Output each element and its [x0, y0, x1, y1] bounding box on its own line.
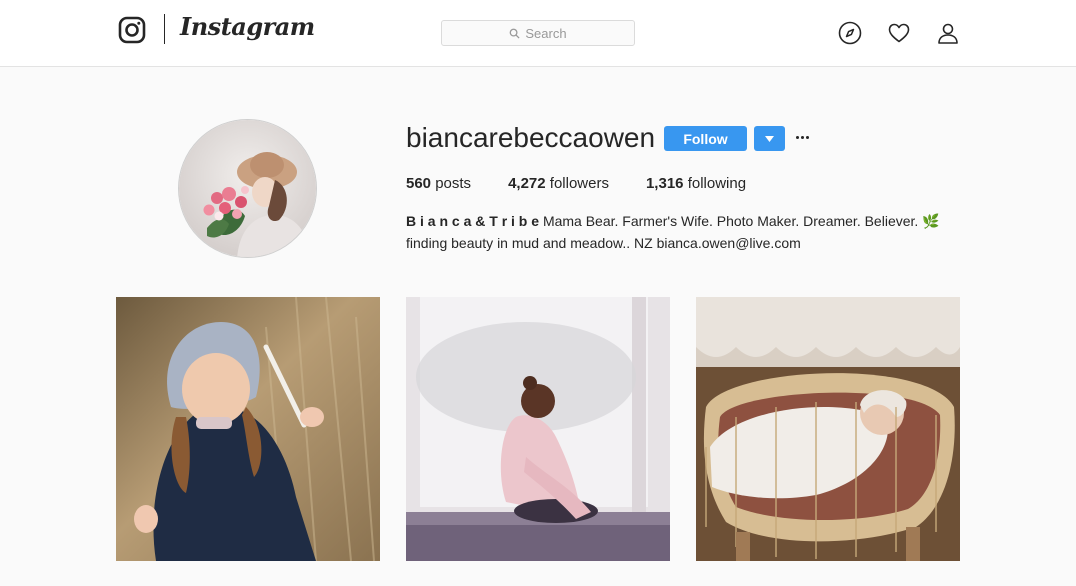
more-options-dot — [795, 135, 799, 139]
profile-stats: 560 posts 4,272 followers 1,316 followin… — [406, 175, 783, 192]
follow-button[interactable]: Follow — [664, 126, 747, 151]
more-options-dot — [805, 135, 809, 139]
more-options-dot — [800, 135, 804, 139]
profile-username: biancarebeccaowen — [406, 122, 656, 153]
bio-display-name: B i a n c a & T r i b e — [406, 213, 540, 229]
posts-label: posts — [435, 175, 472, 192]
profile-avatar[interactable] — [178, 119, 317, 258]
following-stat[interactable]: 1,316 following — [646, 175, 746, 192]
more-options-button[interactable] — [794, 127, 810, 147]
following-count: 1,316 — [645, 175, 684, 192]
search-icon — [510, 28, 520, 39]
instagram-glyph-icon[interactable] — [118, 16, 146, 44]
suggested-accounts-dropdown-button[interactable] — [754, 126, 785, 151]
posts-stat: 560 posts — [406, 175, 471, 192]
profile-person-icon[interactable] — [936, 21, 960, 45]
caret-down-icon — [765, 135, 774, 142]
activity-heart-icon[interactable] — [887, 21, 911, 45]
followers-stat[interactable]: 4,272 followers — [508, 175, 609, 192]
followers-count: 4,272 — [508, 175, 546, 192]
logo-divider — [164, 14, 165, 44]
bio-tagline: Mama Bear. Farmer's Wife. Photo Maker. D… — [542, 213, 940, 229]
explore-compass-icon[interactable] — [838, 21, 862, 45]
post-thumbnail[interactable] — [696, 297, 960, 561]
bio-line-1: B i a n c a & T r i b e Mama Bear. Farme… — [406, 210, 966, 232]
bio-line-2: finding beauty in mud and meadow.. NZ bi… — [406, 235, 801, 251]
search-input[interactable]: Search — [441, 20, 635, 46]
followers-label: followers — [549, 175, 609, 192]
post-thumbnail[interactable] — [116, 297, 380, 561]
profile-bio: B i a n c a & T r i b e Mama Bear. Farme… — [406, 210, 966, 254]
top-navigation-bar: Instagram Search — [0, 0, 1076, 67]
instagram-wordmark[interactable]: Instagram — [180, 12, 315, 41]
post-thumbnail[interactable] — [406, 297, 670, 561]
posts-count: 560 — [406, 175, 432, 192]
following-label: following — [687, 175, 747, 192]
search-placeholder: Search — [525, 25, 567, 41]
